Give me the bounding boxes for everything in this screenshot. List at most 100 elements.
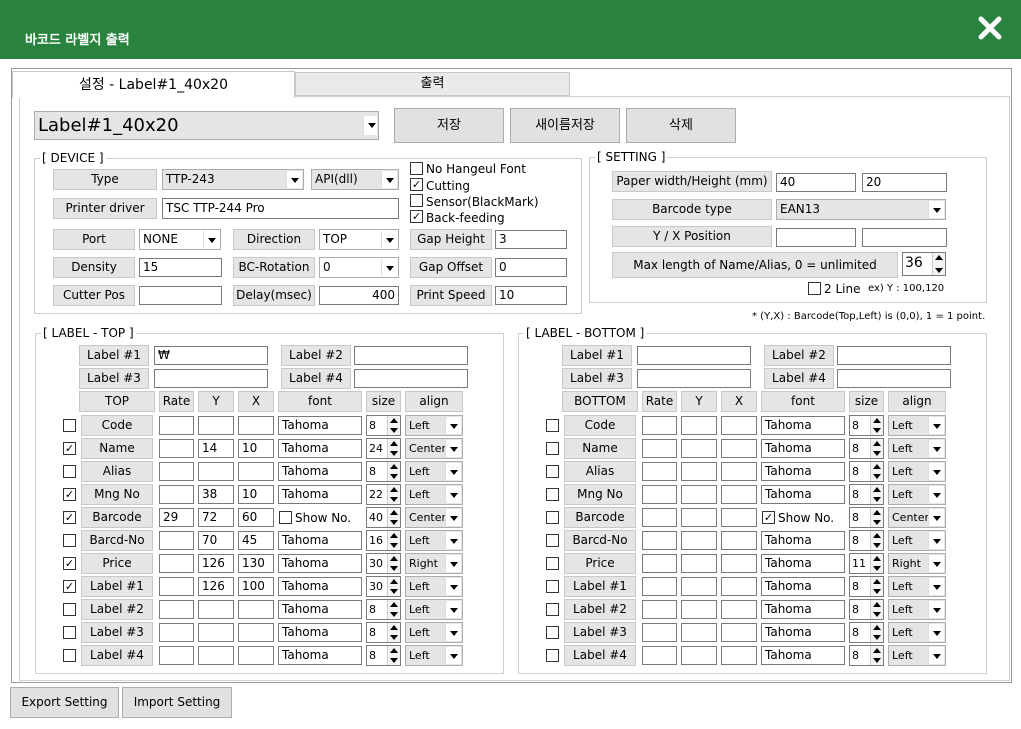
font-input[interactable]: Tahoma <box>761 646 845 665</box>
label-value-input-2[interactable] <box>354 346 468 365</box>
max-length-stepper[interactable]: 36 <box>902 252 946 276</box>
align-select[interactable]: Left <box>405 599 463 620</box>
rate-input[interactable]: 29 <box>159 508 194 527</box>
font-input[interactable]: Tahoma <box>278 485 362 504</box>
label-value-input-2[interactable] <box>837 346 951 365</box>
font-input[interactable]: Tahoma <box>761 531 845 550</box>
x-input[interactable] <box>721 577 757 596</box>
barcode-type-select[interactable]: EAN13 <box>776 199 946 220</box>
font-input[interactable]: Tahoma <box>761 416 845 435</box>
x-input[interactable]: 10 <box>238 485 274 504</box>
no-hangeul-checkbox[interactable] <box>410 162 423 175</box>
y-input[interactable] <box>198 623 234 642</box>
row-enable-checkbox[interactable] <box>63 603 76 616</box>
align-select[interactable]: Left <box>405 576 463 597</box>
x-input[interactable]: 60 <box>238 508 274 527</box>
cutter-pos-input[interactable] <box>139 286 222 305</box>
font-input[interactable]: Tahoma <box>761 462 845 481</box>
size-stepper[interactable]: 8 <box>849 438 884 459</box>
rate-input[interactable] <box>159 554 194 573</box>
size-stepper[interactable]: 30 <box>366 576 401 597</box>
align-select[interactable]: Center <box>405 507 463 528</box>
align-select[interactable]: Left <box>888 576 946 597</box>
y-input[interactable]: 14 <box>198 439 234 458</box>
font-input[interactable]: Tahoma <box>278 531 362 550</box>
row-enable-checkbox[interactable] <box>546 534 559 547</box>
x-input[interactable] <box>721 485 757 504</box>
size-stepper[interactable]: 8 <box>366 415 401 436</box>
size-stepper[interactable]: 8 <box>366 645 401 666</box>
print-speed-input[interactable]: 10 <box>495 286 567 305</box>
y-input[interactable] <box>681 531 717 550</box>
y-input[interactable] <box>681 554 717 573</box>
x-input[interactable] <box>238 416 274 435</box>
x-input[interactable] <box>238 623 274 642</box>
rate-input[interactable] <box>642 485 677 504</box>
y-input[interactable]: 72 <box>198 508 234 527</box>
align-select[interactable]: Left <box>888 645 946 666</box>
align-select[interactable]: Left <box>888 530 946 551</box>
rate-input[interactable] <box>642 623 677 642</box>
tab-print[interactable]: 출력 <box>295 72 570 96</box>
rate-input[interactable] <box>159 577 194 596</box>
paper-height-input[interactable]: 20 <box>862 173 947 192</box>
align-select[interactable]: Left <box>888 622 946 643</box>
align-select[interactable]: Left <box>888 415 946 436</box>
row-enable-checkbox[interactable] <box>546 488 559 501</box>
rate-input[interactable] <box>642 554 677 573</box>
rate-input[interactable] <box>642 600 677 619</box>
label-value-input-1[interactable]: ₩ <box>154 346 268 365</box>
y-input[interactable] <box>681 600 717 619</box>
x-input[interactable] <box>238 462 274 481</box>
rate-input[interactable] <box>159 485 194 504</box>
label-value-input-4[interactable] <box>837 369 951 388</box>
x-input[interactable] <box>721 439 757 458</box>
x-input[interactable] <box>238 600 274 619</box>
font-input[interactable]: Tahoma <box>278 416 362 435</box>
align-select[interactable]: Left <box>405 461 463 482</box>
rate-input[interactable] <box>159 646 194 665</box>
row-enable-checkbox[interactable]: ✓ <box>63 442 76 455</box>
font-input[interactable]: Tahoma <box>278 623 362 642</box>
align-select[interactable]: Right <box>888 553 946 574</box>
align-select[interactable]: Right <box>405 553 463 574</box>
y-input[interactable]: 126 <box>198 577 234 596</box>
size-stepper[interactable]: 8 <box>849 484 884 505</box>
size-stepper[interactable]: 22 <box>366 484 401 505</box>
row-enable-checkbox[interactable] <box>546 557 559 570</box>
row-enable-checkbox[interactable] <box>546 419 559 432</box>
delay-input[interactable]: 400 <box>319 286 399 305</box>
font-input[interactable]: Tahoma <box>278 600 362 619</box>
align-select[interactable]: Left <box>405 622 463 643</box>
show-number-checkbox[interactable] <box>279 511 292 524</box>
rate-input[interactable] <box>642 416 677 435</box>
x-input[interactable]: 10 <box>238 439 274 458</box>
x-input[interactable]: 130 <box>238 554 274 573</box>
close-icon[interactable] <box>976 14 1004 42</box>
import-setting-button[interactable]: Import Setting <box>122 687 232 718</box>
gap-height-input[interactable]: 3 <box>495 230 567 249</box>
size-stepper[interactable]: 8 <box>849 576 884 597</box>
x-input[interactable] <box>238 646 274 665</box>
y-input[interactable] <box>198 416 234 435</box>
profile-select[interactable]: Label#1_40x20 <box>34 111 379 140</box>
align-select[interactable]: Left <box>405 484 463 505</box>
size-stepper[interactable]: 8 <box>849 530 884 551</box>
show-number-checkbox[interactable]: ✓ <box>762 511 775 524</box>
row-enable-checkbox[interactable] <box>546 465 559 478</box>
position-x-input[interactable] <box>862 228 947 247</box>
y-input[interactable] <box>681 508 717 527</box>
rate-input[interactable] <box>642 508 677 527</box>
font-input[interactable]: Tahoma <box>761 554 845 573</box>
row-enable-checkbox[interactable] <box>546 626 559 639</box>
rate-input[interactable] <box>159 439 194 458</box>
font-input[interactable]: Tahoma <box>278 554 362 573</box>
x-input[interactable]: 100 <box>238 577 274 596</box>
row-enable-checkbox[interactable] <box>63 626 76 639</box>
y-input[interactable] <box>681 439 717 458</box>
font-input[interactable]: Tahoma <box>761 439 845 458</box>
size-stepper[interactable]: 8 <box>366 622 401 643</box>
export-setting-button[interactable]: Export Setting <box>10 687 119 718</box>
y-input[interactable] <box>681 577 717 596</box>
tab-settings[interactable]: 설정 - Label#1_40x20 <box>12 71 295 98</box>
